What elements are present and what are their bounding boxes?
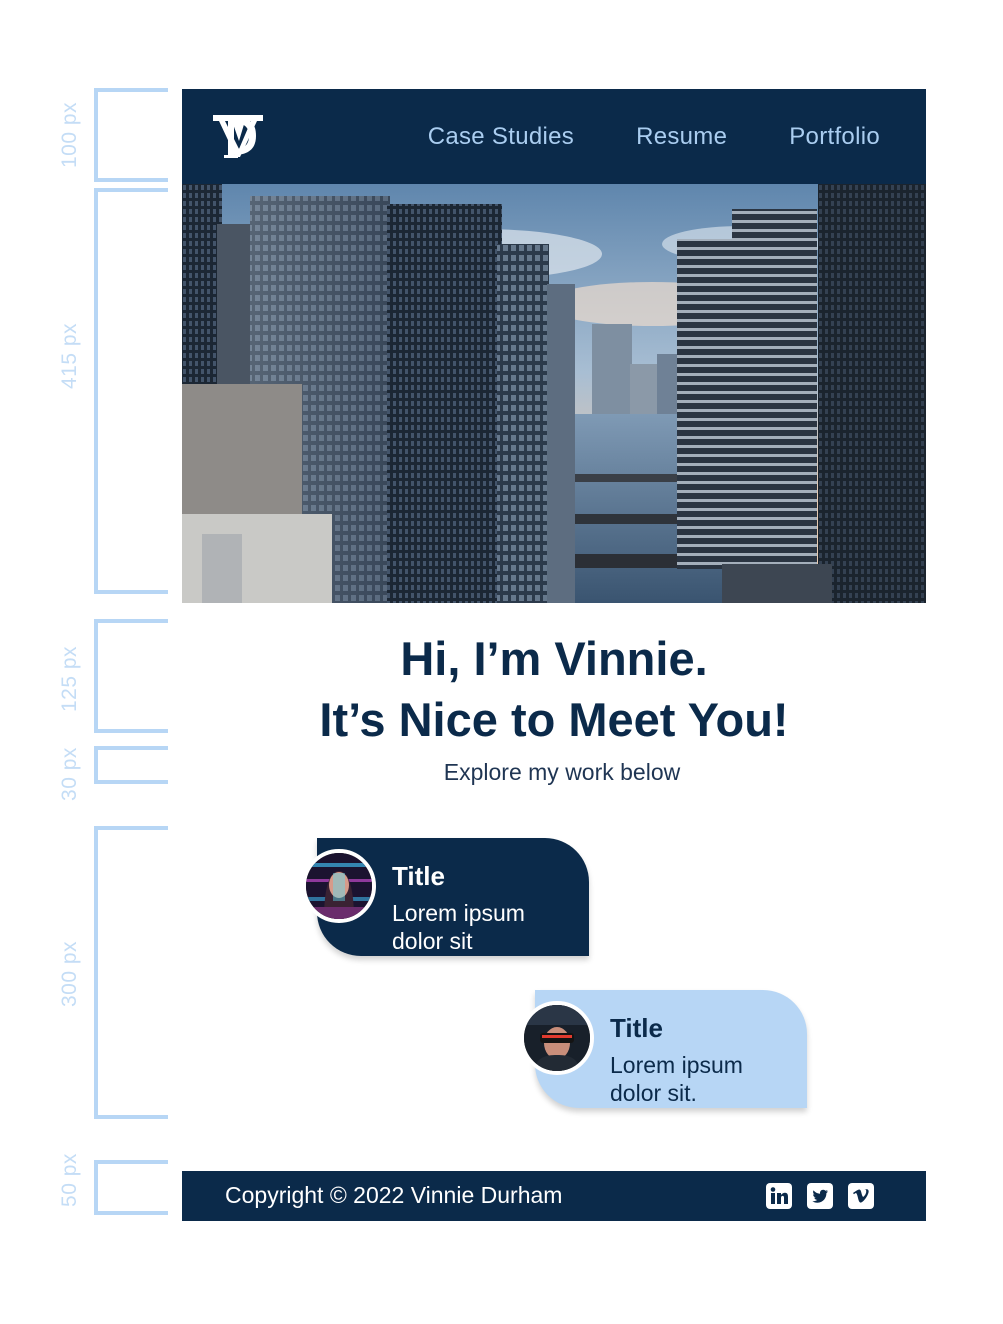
spacing-bracket xyxy=(94,188,168,594)
hero-image xyxy=(182,184,926,603)
page-subline: Explore my work below xyxy=(443,759,681,785)
spacing-annotation-headline: 125 px xyxy=(0,619,175,733)
card-description: Lorem ipsum dolor sit. xyxy=(610,1051,790,1107)
spacing-bracket xyxy=(94,88,168,182)
spacing-bracket xyxy=(94,1160,168,1215)
card-text-line-2: dolor sit xyxy=(392,928,473,954)
city-skyline-photo xyxy=(182,184,926,603)
man-vr-headset-avatar xyxy=(520,1001,594,1075)
project-card-2[interactable]: Title Lorem ipsum dolor sit. xyxy=(520,990,807,1108)
social-links xyxy=(766,1183,874,1209)
vimeo-icon[interactable] xyxy=(848,1183,874,1209)
card-title: Title xyxy=(392,861,445,891)
page-headline: Hi, I’m Vinnie. It’s Nice to Meet You! xyxy=(182,628,926,750)
vd-monogram-logo-icon[interactable] xyxy=(212,111,264,161)
card-text-line-2: dolor sit. xyxy=(610,1080,697,1106)
spacing-annotation-subline: 30 px xyxy=(0,746,175,801)
woman-glitch-portrait-avatar xyxy=(302,849,376,923)
spacing-label: 30 px xyxy=(58,747,81,801)
headline-line-2: It’s Nice to Meet You! xyxy=(319,693,789,746)
spacing-label: 415 px xyxy=(58,322,81,390)
spacing-annotation-hero: 415 px xyxy=(0,188,175,594)
headline-line-1: Hi, I’m Vinnie. xyxy=(400,632,708,685)
spacing-annotation-cards: 300 px xyxy=(0,826,175,1119)
spacing-bracket xyxy=(94,619,168,733)
nav-link-portfolio[interactable]: Portfolio xyxy=(789,123,880,151)
spacing-annotation-header: 100 px xyxy=(0,88,175,182)
spacing-label: 300 px xyxy=(58,940,81,1008)
spacing-label: 125 px xyxy=(58,645,81,713)
twitter-icon[interactable] xyxy=(807,1183,833,1209)
nav-link-resume[interactable]: Resume xyxy=(636,123,727,151)
site-footer: Copyright © 2022 Vinnie Durham xyxy=(182,1171,926,1221)
spacing-label: 100 px xyxy=(58,101,81,169)
main-nav: Case Studies Resume Portfolio xyxy=(428,89,880,184)
card-text-line-1: Lorem ipsum xyxy=(610,1052,743,1078)
card-text-line-1: Lorem ipsum xyxy=(392,900,525,926)
nav-link-case-studies[interactable]: Case Studies xyxy=(428,123,574,151)
spacing-bracket xyxy=(94,746,168,784)
site-header: Case Studies Resume Portfolio xyxy=(182,89,926,184)
card-description: Lorem ipsum dolor sit xyxy=(392,899,572,955)
card-title: Title xyxy=(610,1013,663,1043)
spacing-annotation-footer: 50 px xyxy=(0,1153,175,1215)
project-card-1[interactable]: Title Lorem ipsum dolor sit xyxy=(302,838,589,956)
linkedin-icon[interactable] xyxy=(766,1183,792,1209)
spacing-label: 50 px xyxy=(58,1153,81,1207)
copyright-text: Copyright © 2022 Vinnie Durham xyxy=(225,1182,563,1208)
spacing-bracket xyxy=(94,826,168,1119)
